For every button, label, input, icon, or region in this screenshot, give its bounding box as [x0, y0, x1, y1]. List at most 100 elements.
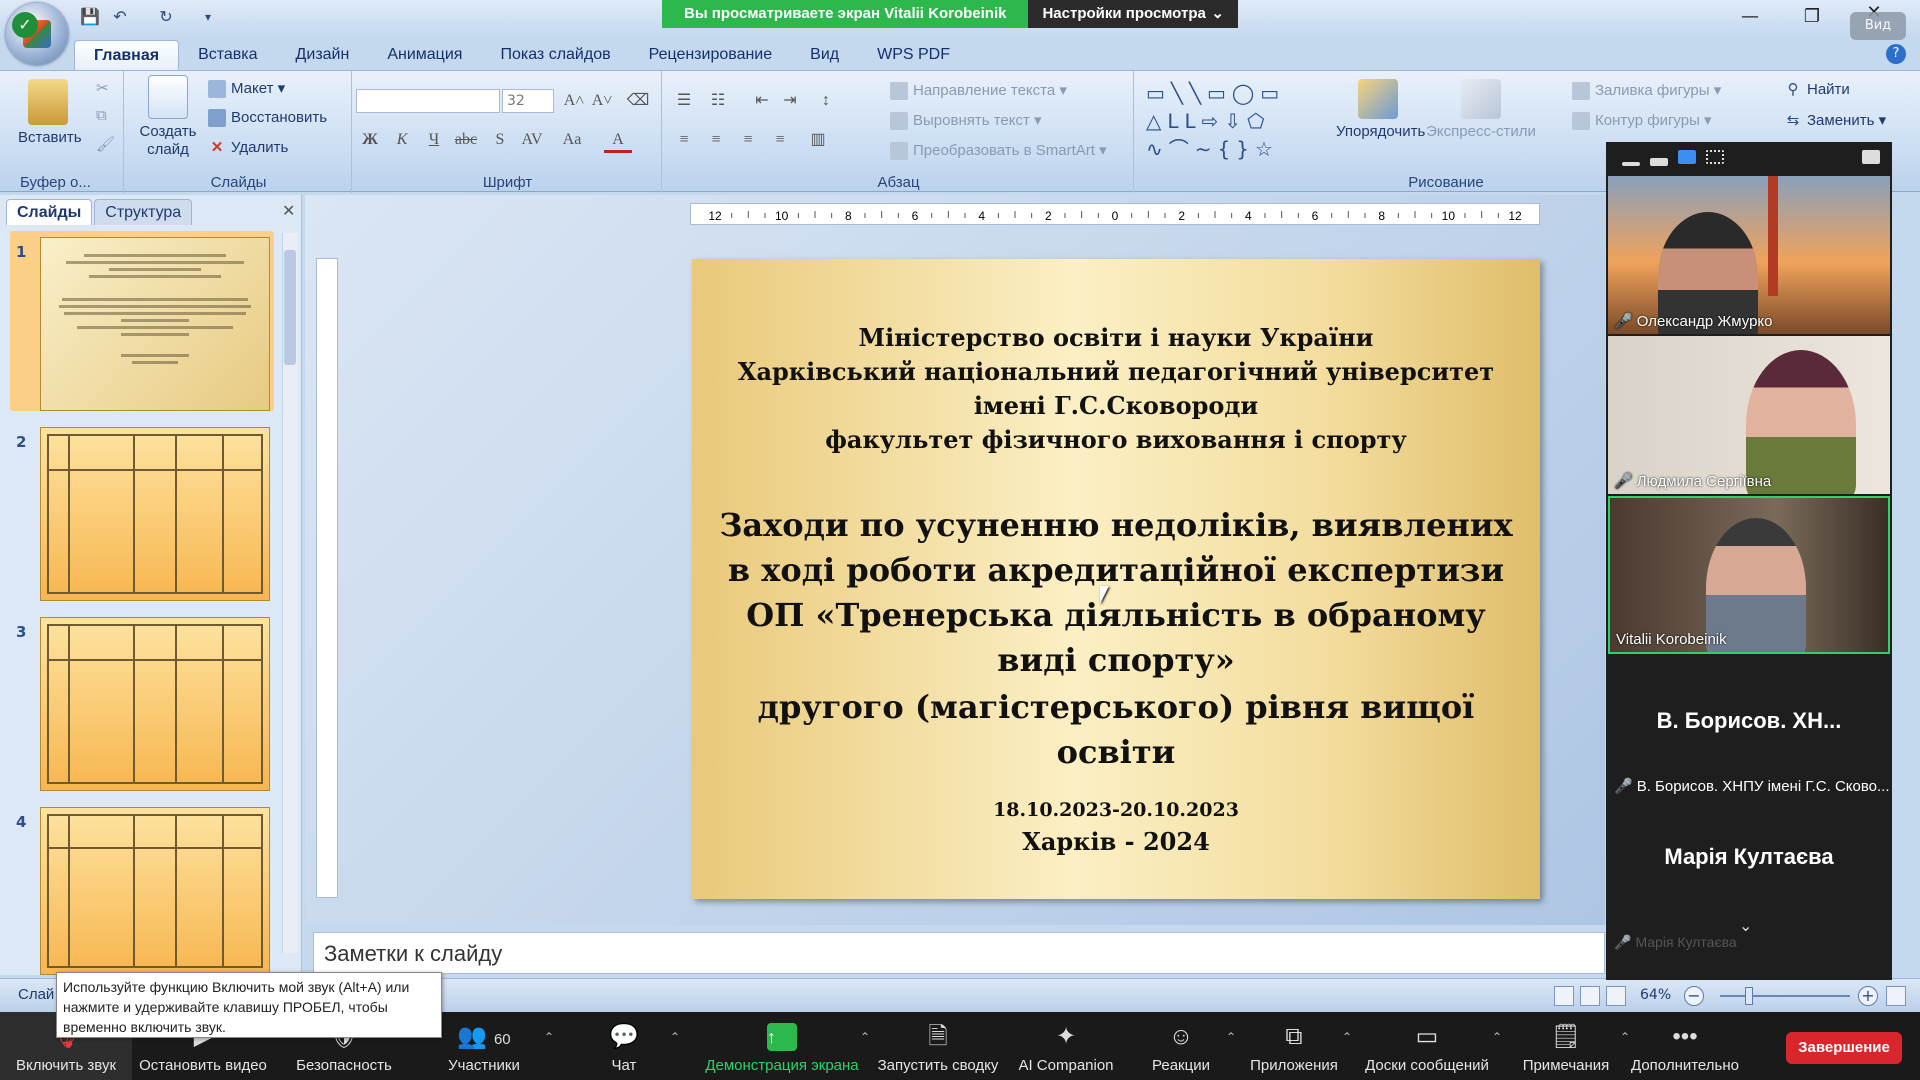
grow-font-icon[interactable]: A˄: [560, 88, 588, 114]
zoom-view-button[interactable]: Вид: [1850, 12, 1906, 40]
shadow-icon[interactable]: S: [486, 127, 514, 153]
ai-companion-button[interactable]: ✦ AI Companion: [1006, 1012, 1126, 1080]
chevron-up-icon[interactable]: ⌃: [1226, 1030, 1236, 1044]
notes-button[interactable]: 🗒 Примечания ⌃: [1502, 1012, 1630, 1080]
pop-out-icon[interactable]: [1862, 150, 1880, 164]
tab-2[interactable]: Дизайн: [277, 40, 369, 70]
scroll-down-chevron-icon[interactable]: ⌄: [1739, 916, 1752, 935]
slide-thumbnail[interactable]: [40, 617, 270, 791]
increase-indent-icon[interactable]: ⇥: [776, 88, 804, 114]
justify-icon[interactable]: ≡: [766, 127, 794, 153]
slide-thumbnail[interactable]: [40, 427, 270, 601]
align-left-icon[interactable]: ≡: [670, 127, 698, 153]
apps-button[interactable]: ⧉ Приложения ⌃: [1236, 1012, 1352, 1080]
chevron-up-icon[interactable]: ⌃: [544, 1030, 554, 1044]
redo-icon[interactable]: ↻: [154, 6, 178, 28]
columns-icon[interactable]: ▥: [804, 127, 832, 153]
restore-icon[interactable]: ❐: [1792, 4, 1832, 30]
format-painter-icon[interactable]: 🖌: [96, 135, 115, 153]
whiteboards-button[interactable]: ▭ Доски сообщений ⌃: [1352, 1012, 1502, 1080]
sorter-view-icon[interactable]: [1580, 986, 1600, 1006]
align-text-button[interactable]: Выровнять текст ▾: [890, 111, 1042, 131]
participant-tile[interactable]: В. Борисов. ХН... 🎤 В. Борисов. ХНПУ імен…: [1608, 656, 1890, 801]
chevron-up-icon[interactable]: ⌃: [1342, 1030, 1352, 1044]
participant-tile[interactable]: 🎤 Олександр Жмурко: [1608, 176, 1890, 334]
change-case-icon[interactable]: Aa: [558, 127, 586, 153]
tab-1[interactable]: Вставка: [179, 40, 276, 70]
current-slide[interactable]: Міністерство освіти і науки України Харк…: [692, 259, 1540, 899]
end-meeting-button[interactable]: Завершение: [1786, 1032, 1902, 1064]
tab-7[interactable]: WPS PDF: [858, 40, 969, 70]
align-center-icon[interactable]: ≡: [702, 127, 730, 153]
chevron-up-icon[interactable]: ⌃: [670, 1030, 680, 1044]
font-color-icon[interactable]: A: [604, 127, 632, 153]
close-panel-icon[interactable]: ✕: [282, 201, 295, 220]
undo-icon[interactable]: ↶: [108, 6, 132, 28]
shapes-gallery[interactable]: ▭╲╲▭◯▭ △ᒪᒪ⇨⇩⬠ ∿⌒∼{}☆: [1146, 79, 1324, 165]
chevron-up-icon[interactable]: ⌃: [860, 1030, 870, 1044]
tab-structure[interactable]: Структура: [94, 199, 193, 225]
find-button[interactable]: ⚲ Найти: [1784, 81, 1850, 99]
slide-thumbnail[interactable]: [40, 807, 270, 975]
save-icon[interactable]: 💾: [78, 6, 102, 28]
participant-tile[interactable]: 🎤 Людмила Сергіївна: [1608, 336, 1890, 494]
new-slide-button[interactable]: Создать слайд: [136, 75, 200, 159]
chat-button[interactable]: 💬 Чат ⌃: [554, 1012, 694, 1080]
line-spacing-icon[interactable]: ↕: [812, 88, 840, 114]
tab-6[interactable]: Вид: [791, 40, 858, 70]
tab-5[interactable]: Рецензирование: [630, 40, 792, 70]
view-settings-button[interactable]: Настройки просмотра ⌄: [1028, 0, 1238, 28]
tab-slides[interactable]: Слайды: [6, 199, 93, 225]
shape-fill-button[interactable]: Заливка фигуры ▾: [1572, 81, 1721, 101]
italic-icon[interactable]: К: [388, 127, 416, 153]
shape-outline-button[interactable]: Контур фигуры ▾: [1572, 111, 1712, 131]
font-size-combo[interactable]: 32: [502, 89, 554, 113]
zoom-slider-thumb[interactable]: [1745, 987, 1753, 1005]
numbering-icon[interactable]: ☷: [704, 88, 732, 114]
layout-button[interactable]: Макет ▾: [208, 79, 285, 99]
cut-icon[interactable]: ✂: [96, 79, 109, 97]
gallery-grid-icon[interactable]: [1706, 150, 1724, 164]
smartart-button[interactable]: Преобразовать в SmartArt ▾: [890, 141, 1107, 161]
tab-4[interactable]: Показ слайдов: [481, 40, 629, 70]
chevron-up-icon[interactable]: ⌃: [1620, 1030, 1630, 1044]
slideshow-view-icon[interactable]: [1606, 986, 1626, 1006]
reactions-button[interactable]: ☺ Реакции ⌃: [1126, 1012, 1236, 1080]
normal-view-icon[interactable]: [1554, 986, 1574, 1006]
speaker-view-icon[interactable]: [1678, 150, 1696, 164]
delete-slide-button[interactable]: ✕ Удалить: [208, 139, 289, 157]
help-icon[interactable]: ?: [1886, 44, 1906, 64]
clear-format-icon[interactable]: ⌫: [624, 88, 652, 114]
tab-3[interactable]: Анимация: [368, 40, 481, 70]
zoom-in-icon[interactable]: +: [1858, 986, 1878, 1006]
participant-tile-active-speaker[interactable]: Vitalii Korobeinik: [1608, 496, 1890, 654]
panel-scroll-thumb[interactable]: [284, 250, 296, 365]
copy-icon[interactable]: ⧉: [96, 107, 107, 124]
quick-styles-button[interactable]: Экспресс-стили: [1422, 79, 1540, 140]
more-button[interactable]: ••• Дополнительно: [1630, 1012, 1740, 1080]
text-direction-button[interactable]: Направление текста ▾: [890, 81, 1067, 101]
reset-button[interactable]: Восстановить: [208, 109, 327, 128]
spacing-icon[interactable]: AV: [518, 127, 546, 153]
zoom-slider[interactable]: [1720, 995, 1850, 997]
arrange-button[interactable]: Упорядочить: [1336, 79, 1425, 140]
slide-thumbnail[interactable]: [40, 237, 270, 411]
chevron-up-icon[interactable]: ⌃: [1492, 1030, 1502, 1044]
align-right-icon[interactable]: ≡: [734, 127, 762, 153]
slide-notes-field[interactable]: Заметки к слайду: [313, 932, 1605, 974]
customize-qat-icon[interactable]: ▾: [196, 6, 220, 28]
minimize-icon[interactable]: —: [1730, 4, 1770, 30]
thumbnail-view-icon[interactable]: [1650, 158, 1668, 166]
font-family-combo[interactable]: [356, 89, 500, 113]
shrink-font-icon[interactable]: A˅: [588, 88, 616, 114]
zoom-out-icon[interactable]: −: [1684, 986, 1704, 1006]
decrease-indent-icon[interactable]: ⇤: [748, 88, 776, 114]
share-screen-button[interactable]: ↑ Демонстрация экрана ⌃: [694, 1012, 870, 1080]
bold-icon[interactable]: Ж: [356, 127, 384, 153]
bullets-icon[interactable]: ☰: [670, 88, 698, 114]
paste-button[interactable]: Вставить: [18, 79, 82, 146]
minimize-gallery-icon[interactable]: [1622, 162, 1640, 166]
zoom-level[interactable]: 64%: [1640, 987, 1671, 1003]
participant-tile[interactable]: Марія Култаєва 🎤 Марія Култаєва ⌄: [1608, 804, 1890, 950]
summary-button[interactable]: 🗎 Запустить сводку: [870, 1012, 1006, 1080]
